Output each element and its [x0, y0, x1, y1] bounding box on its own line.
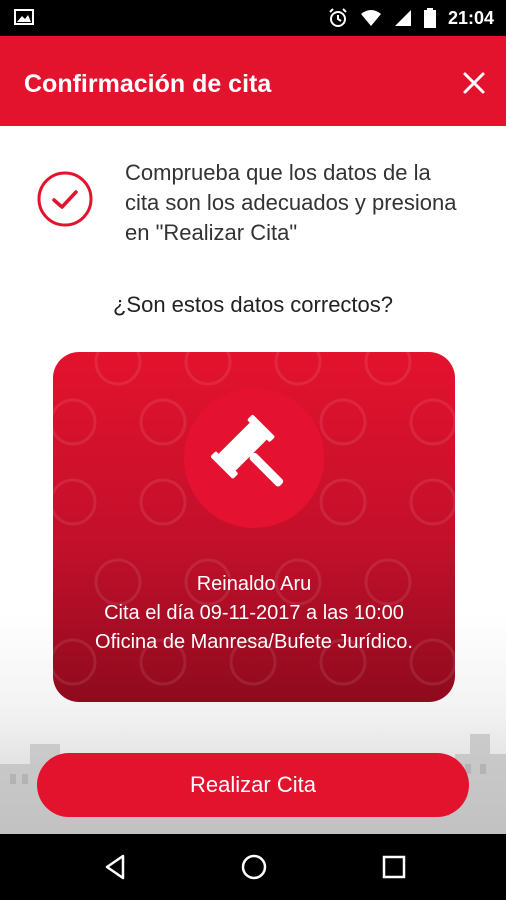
instruction-text: Comprueba que los datos de la cita son l…: [125, 160, 457, 245]
close-icon[interactable]: [462, 71, 486, 95]
gavel-badge: [184, 388, 324, 528]
back-icon[interactable]: [101, 852, 131, 882]
wifi-icon: [360, 10, 381, 26]
home-icon[interactable]: [239, 852, 269, 882]
page-title: Confirmación de cita: [24, 70, 272, 98]
image-icon: [14, 9, 34, 25]
battery-icon: [423, 8, 436, 28]
make-appointment-button[interactable]: Realizar Cita: [37, 753, 469, 817]
appointment-office: Oficina de Manresa/Bufete Jurídico.: [95, 631, 413, 653]
appointment-details: Reinaldo Aru Cita el día 09-11-2017 a la…: [53, 570, 455, 657]
check-circle-icon: [37, 171, 93, 227]
gavel-icon: [210, 414, 284, 487]
confirmation-question: ¿Son estos datos correctos?: [112, 292, 394, 317]
navigation-bar: [0, 834, 506, 900]
client-name: Reinaldo Aru: [196, 573, 312, 595]
main-content: Comprueba que los datos de la cita son l…: [0, 126, 506, 834]
alarm-icon: [329, 8, 347, 27]
appointment-card: Reinaldo Aru Cita el día 09-11-2017 a la…: [53, 352, 455, 702]
app-bar: Confirmación de cita: [0, 36, 506, 126]
recents-icon[interactable]: [379, 852, 409, 882]
appointment-date: Cita el día 09-11-2017 a las 10:00: [104, 602, 404, 624]
status-time: 21:04: [447, 7, 494, 28]
status-bar: 21:04: [0, 0, 506, 36]
signal-icon: [394, 10, 411, 26]
